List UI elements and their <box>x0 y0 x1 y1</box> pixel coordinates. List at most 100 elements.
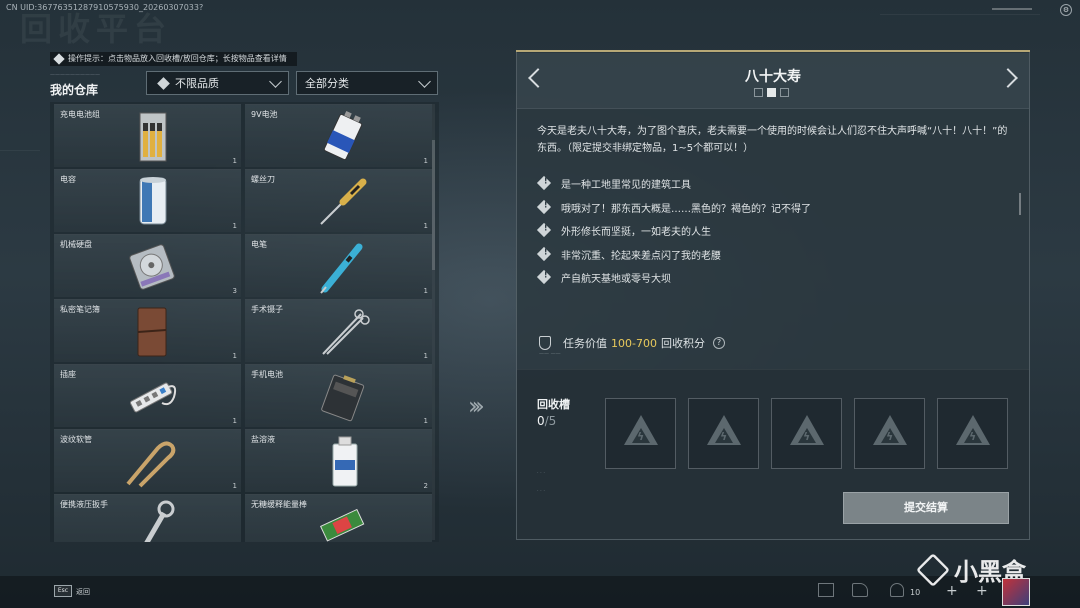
flag-icon[interactable] <box>852 583 868 597</box>
info-icon <box>53 53 65 65</box>
task-value-row: 任务价值 100-700 回收积分 ? <box>539 335 725 351</box>
inventory-item-hard-disk[interactable]: 机械硬盘 3 <box>54 234 241 297</box>
clue-item: 哦哦对了！那东西大概是……黑色的？褐色的？记不得了 <box>536 199 811 215</box>
hose-icon <box>126 441 176 488</box>
saline-icon <box>332 436 358 487</box>
avatar[interactable] <box>1002 578 1030 606</box>
bolt-icon: ϟ <box>969 430 977 443</box>
recycle-area: 回收槽 0/5 · · · · · · ϟ ϟ ϟ ϟ ϟ 提交结算 <box>517 369 1029 539</box>
item-count: 1 <box>232 157 237 165</box>
settings-icon[interactable]: ⚙ <box>1060 4 1072 16</box>
inventory-item-forceps[interactable]: 手术镊子 1 <box>245 299 432 362</box>
warning-icon <box>536 199 552 215</box>
quality-filter-value: 不限品质 <box>175 77 219 90</box>
item-name: 波纹软管 <box>60 435 92 444</box>
battery-pack-icon <box>139 112 167 162</box>
phone-battery-icon <box>321 374 365 422</box>
inventory-item-energy-bar[interactable]: 无糖缓释能量棒 <box>245 494 432 542</box>
stats-icon[interactable] <box>818 583 834 597</box>
warehouse-subtitle-decor: —————————— <box>50 72 100 78</box>
clue-item: 外形修长而坚挺，一如老夫的人生 <box>536 222 711 238</box>
item-count: 3 <box>232 287 237 295</box>
submit-button[interactable]: 提交结算 <box>843 492 1009 524</box>
top-status-bar <box>992 8 1032 10</box>
inventory-item-capacitor[interactable]: 电容 1 <box>54 169 241 232</box>
item-name: 盐溶液 <box>251 435 275 444</box>
capacitor-icon <box>139 177 167 225</box>
slot-decor-text: · · · <box>537 470 545 476</box>
chevron-down-icon <box>269 75 282 88</box>
quality-icon <box>157 76 170 90</box>
clue-item: 是一种工地里常见的建筑工具 <box>536 175 691 191</box>
item-name: 电容 <box>60 175 76 184</box>
bolt-icon: ϟ <box>637 430 645 443</box>
bolt-icon: ϟ <box>803 430 811 443</box>
item-count: 1 <box>423 417 428 425</box>
item-name: 充电电池组 <box>60 110 100 119</box>
item-name: 9V电池 <box>251 110 278 119</box>
notebook-icon <box>137 307 167 357</box>
recycle-slot[interactable]: ϟ <box>854 398 925 469</box>
inventory-item-9v-battery[interactable]: 9V电池 1 <box>245 104 432 167</box>
warning-icon <box>536 269 552 285</box>
warning-icon <box>536 246 552 262</box>
recycle-slot[interactable]: ϟ <box>605 398 676 469</box>
page-dot-active[interactable] <box>767 88 776 97</box>
clue-text: 哦哦对了！那东西大概是……黑色的？褐色的？记不得了 <box>561 203 811 215</box>
bolt-icon: ϟ <box>720 430 728 443</box>
item-name: 插座 <box>60 370 76 379</box>
back-label[interactable]: 返回 <box>76 587 90 597</box>
recycle-slot[interactable]: ϟ <box>688 398 759 469</box>
clue-text: 是一种工地里常见的建筑工具 <box>561 179 691 191</box>
recycle-slot[interactable]: ϟ <box>937 398 1008 469</box>
transfer-arrows-icon: ››› <box>468 392 485 420</box>
inventory-grid: 充电电池组 1 9V电池 1 电容 1 螺丝刀 1 机械硬盘 3 电笔 1 私密… <box>50 102 439 542</box>
inventory-item-phone-battery[interactable]: 手机电池 1 <box>245 364 432 427</box>
warning-icon <box>536 175 552 191</box>
item-count: 1 <box>423 352 428 360</box>
panel-accent-line <box>516 50 1030 52</box>
recycle-slot-count: 0/5 <box>537 414 556 428</box>
item-count: 1 <box>232 417 237 425</box>
item-count: 1 <box>423 157 428 165</box>
quality-filter-dropdown[interactable]: 不限品质 <box>146 71 289 95</box>
warning-icon <box>536 222 552 238</box>
category-filter-value: 全部分类 <box>305 77 349 90</box>
inventory-item-hose[interactable]: 波纹软管 1 <box>54 429 241 492</box>
clue-item: 非常沉重、抡起来差点闪了我的老腰 <box>536 246 721 262</box>
help-icon[interactable]: ? <box>712 337 725 349</box>
clue-text: 产自航天基地或零号大坝 <box>561 273 671 285</box>
slots-filled: 0 <box>537 414 545 428</box>
page-dot[interactable] <box>754 88 763 97</box>
task-title: 八十大寿 <box>745 69 801 85</box>
task-value-range: 100-700 <box>611 336 657 350</box>
background-line <box>880 14 1040 15</box>
description-scrollbar[interactable] <box>1019 193 1021 215</box>
chevron-down-icon <box>418 75 431 88</box>
9v-battery-icon <box>323 110 363 161</box>
slots-capacity: /5 <box>544 414 557 428</box>
inventory-item-battery-pack[interactable]: 充电电池组 1 <box>54 104 241 167</box>
inventory-item-wrench[interactable]: 便携液压扳手 <box>54 494 241 542</box>
category-filter-dropdown[interactable]: 全部分类 <box>296 71 438 95</box>
inventory-item-screwdriver[interactable]: 螺丝刀 1 <box>245 169 432 232</box>
recycle-slot[interactable]: ϟ <box>771 398 842 469</box>
power-strip-icon <box>129 382 177 413</box>
inventory-item-power-strip[interactable]: 插座 1 <box>54 364 241 427</box>
inventory-item-saline[interactable]: 盐溶液 2 <box>245 429 432 492</box>
task-panel: 八十大寿 今天是老夫八十大寿，为了图个喜庆，老夫需要一个使用的时候会让人们忍不住… <box>516 50 1030 540</box>
energy-bar-icon <box>319 508 365 542</box>
item-name: 便携液压扳手 <box>60 500 108 509</box>
inventory-item-test-pen[interactable]: 电笔 1 <box>245 234 432 297</box>
inventory-scroll-thumb[interactable] <box>432 140 435 270</box>
clue-text: 非常沉重、抡起来差点闪了我的老腰 <box>561 250 721 262</box>
task-header: 八十大寿 <box>517 53 1029 109</box>
task-page-indicator <box>754 88 789 97</box>
friends-icon[interactable] <box>890 583 904 597</box>
item-count: 1 <box>232 482 237 490</box>
page-dot[interactable] <box>780 88 789 97</box>
clue-item: 产自航天基地或零号大坝 <box>536 269 671 285</box>
item-name: 电笔 <box>251 240 267 249</box>
inventory-item-notebook[interactable]: 私密笔记簿 1 <box>54 299 241 362</box>
esc-key[interactable]: Esc <box>54 585 72 597</box>
